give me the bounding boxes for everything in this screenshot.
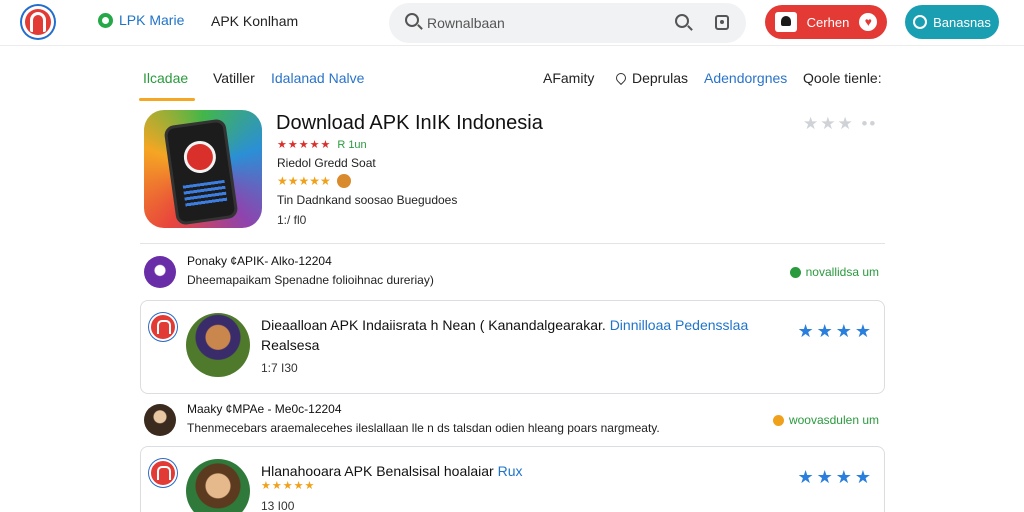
app-thumbnail xyxy=(186,459,250,512)
top-header: LPK Marie APK Konlham Cerhen ♥ Banasnas xyxy=(0,0,1024,46)
list-item[interactable]: Maaky ¢MPAe - Me0c-12204 Thenmecebars ar… xyxy=(140,402,885,448)
list-item-subtitle: Dheemapaikam Spenadne folioihnac dureria… xyxy=(187,273,434,287)
card-title-link[interactable]: Dinnilloaa Pedensslaa xyxy=(610,317,749,333)
app-thumbnail xyxy=(186,313,250,377)
rating-text: R 1un xyxy=(337,139,367,151)
tab-deprulas[interactable]: Deprulas xyxy=(613,70,689,86)
card-title-main: Hlanahooara APK Benalsisal hoalaiar xyxy=(261,463,494,479)
download-link[interactable]: woovasdulen um xyxy=(772,413,879,427)
brand-link[interactable]: LPK Marie xyxy=(98,12,184,28)
list-item-title: Ponaky ¢APIK- Alko-12204 xyxy=(187,254,332,268)
download-link[interactable]: novallidsa um xyxy=(789,265,879,279)
red-action-button[interactable]: Cerhen ♥ xyxy=(765,5,887,39)
app-card[interactable]: Dieaalloan APK Indaiisrata h Nean ( Kana… xyxy=(140,300,885,394)
search-bar xyxy=(389,3,746,43)
search-input[interactable] xyxy=(427,11,647,35)
user-icon xyxy=(913,15,928,29)
rate-stars[interactable]: ★★★ •• xyxy=(803,114,877,134)
mascot-icon xyxy=(774,12,797,32)
app-description: Tin Dadnkand soosao Buegudoes xyxy=(277,193,458,207)
card-stars: ★★★★ xyxy=(797,467,874,487)
card-title[interactable]: Hlanahooara APK Benalsisal hoalaiar Rux xyxy=(261,461,781,481)
list-item-title: Maaky ¢MPAe - Me0c-12204 xyxy=(187,402,342,416)
download-icon xyxy=(772,414,784,426)
download-icon xyxy=(789,266,801,278)
search-icon xyxy=(405,13,419,27)
category-tabs: Ilcadae Vatiller Idalanad Nalve AFamity … xyxy=(0,60,1024,101)
apk-badge-icon xyxy=(149,313,177,341)
star-rating: ★★★★★ xyxy=(277,174,331,188)
site-logo[interactable] xyxy=(22,6,54,38)
app-rating: ★★★★★ R 1un xyxy=(277,138,367,151)
card-title-main: Dieaalloan APK Indaiisrata h Nean ( Kana… xyxy=(261,317,606,333)
tab-vatiller[interactable]: Vatiller xyxy=(213,70,255,86)
active-tab-indicator xyxy=(139,98,195,101)
app-card[interactable]: Hlanahooara APK Benalsisal hoalaiar Rux … xyxy=(140,446,885,512)
card-title-tail: Realsesa xyxy=(261,337,320,353)
list-item[interactable]: Ponaky ¢APIK- Alko-12204 Dheemapaikam Sp… xyxy=(140,254,885,300)
card-title[interactable]: Dieaalloan APK Indaiisrata h Nean ( Kana… xyxy=(261,315,781,355)
download-link-label: woovasdulen um xyxy=(788,413,879,427)
tab-adendorgnes[interactable]: Adendorgnes xyxy=(704,70,787,86)
phone-icon xyxy=(163,118,239,226)
list-item-subtitle: Thenmecebars araemalecehes ileslallaan l… xyxy=(187,421,660,435)
card-stars: ★★★★ xyxy=(797,321,874,341)
download-link-label: novallidsa um xyxy=(805,265,879,279)
nav-apk-link[interactable]: APK Konlham xyxy=(211,13,298,29)
rating-stars: ★★★★★ xyxy=(277,139,332,151)
app-icon[interactable] xyxy=(144,110,262,228)
divider xyxy=(140,243,885,244)
app-stars-row: ★★★★★ xyxy=(277,174,351,188)
avatar xyxy=(144,404,176,436)
apk-badge-icon xyxy=(149,459,177,487)
card-small-stars: ★★★★★ xyxy=(261,480,316,492)
red-action-label: Cerhen xyxy=(806,14,850,30)
chat-icon xyxy=(98,12,113,28)
tab-home[interactable]: Ilcadae xyxy=(143,70,188,86)
app-title: Download APK InIK Indonesia xyxy=(276,112,543,134)
tab-qoole[interactable]: Qoole tienle: xyxy=(803,70,882,86)
card-title-link[interactable]: Rux xyxy=(498,463,523,479)
teal-action-button[interactable]: Banasnas xyxy=(905,5,999,39)
pin-icon xyxy=(613,70,629,86)
search-submit-icon[interactable] xyxy=(675,14,689,28)
heart-icon: ♥ xyxy=(859,13,878,31)
card-meta: 1:7 I30 xyxy=(261,361,298,375)
tab-deprulas-label: Deprulas xyxy=(632,70,689,86)
avatar xyxy=(144,256,176,288)
camera-icon[interactable] xyxy=(715,15,729,30)
tab-idalanad[interactable]: Idalanad Nalve xyxy=(271,70,364,86)
coin-icon xyxy=(336,174,351,188)
app-developer[interactable]: Riedol Gredd Soat xyxy=(277,156,376,170)
brand-label: LPK Marie xyxy=(119,12,185,28)
tab-afamity[interactable]: AFamity xyxy=(543,70,594,86)
card-meta: 13 I00 xyxy=(261,499,295,512)
teal-action-label: Banasnas xyxy=(933,14,991,30)
app-meta: 1:/ fl0 xyxy=(277,213,307,227)
